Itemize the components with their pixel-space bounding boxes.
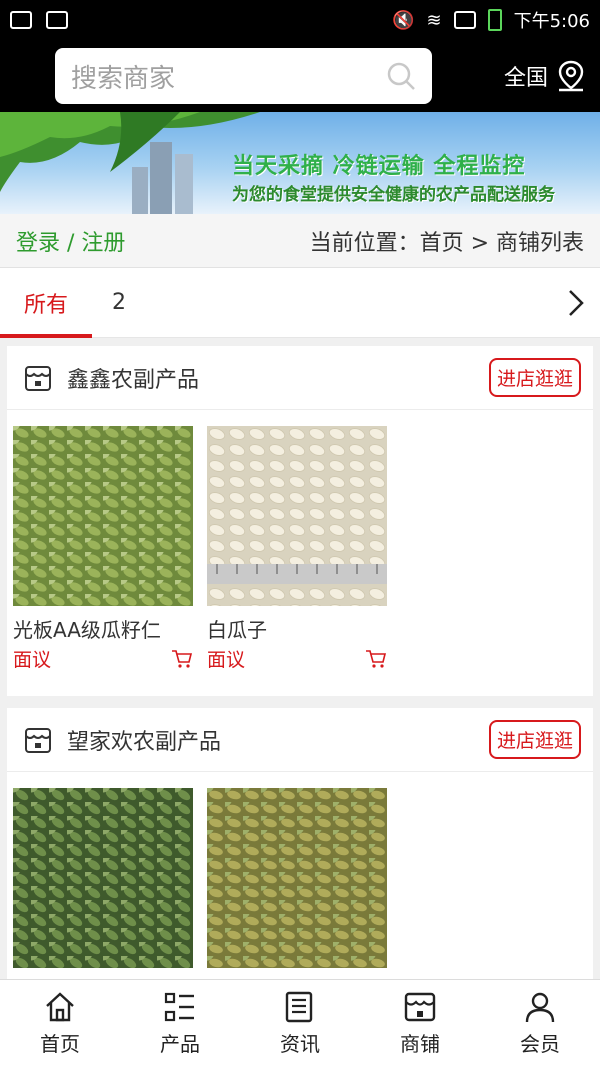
bottom-nav: 首页 产品 资讯 商铺 会员: [0, 979, 600, 1067]
nav-news[interactable]: 资讯: [240, 980, 360, 1067]
search-placeholder: 搜索商家: [71, 63, 176, 94]
product-list: [7, 772, 593, 992]
tab-all[interactable]: 所有: [0, 268, 92, 338]
region-selector[interactable]: 全国: [504, 60, 586, 92]
pumpkin-seed-image: [207, 788, 387, 968]
shop-name[interactable]: 鑫鑫农副产品: [67, 362, 199, 394]
wifi-icon: ≋: [426, 9, 442, 31]
pumpkin-seed-image: [13, 788, 193, 968]
clock: 下午5:06: [513, 11, 590, 32]
location-pin-icon: [558, 60, 584, 92]
product-name: 光板AA级瓜籽仁: [13, 618, 161, 642]
visit-shop-button[interactable]: 进店逛逛: [488, 720, 581, 759]
search-icon[interactable]: [386, 61, 416, 91]
shop-card: 鑫鑫农副产品 进店逛逛 光板AA级瓜籽仁 面议 白瓜子 面议: [7, 346, 593, 696]
tree-image: [0, 112, 260, 214]
nav-home-label: 首页: [40, 1032, 80, 1056]
product-list: 光板AA级瓜籽仁 面议 白瓜子 面议: [7, 410, 593, 696]
nav-shops-label: 商铺: [400, 1032, 440, 1056]
nav-member-label: 会员: [520, 1032, 560, 1056]
breadcrumb: 当前位置：首页 > 商铺列表: [309, 230, 584, 256]
header: 搜索商家 全国: [0, 40, 600, 112]
tab-bar: 所有 2: [0, 268, 600, 338]
nav-news-label: 资讯: [280, 1032, 320, 1056]
banner[interactable]: 当天采摘 冷链运输 全程监控 为您的食堂提供安全健康的农产品配送服务: [0, 112, 600, 214]
product-card[interactable]: 白瓜子 面议: [207, 426, 387, 672]
region-label: 全国: [503, 66, 548, 91]
shop-icon: [404, 992, 436, 1022]
breadcrumb-bar: 登录 / 注册 当前位置：首页 > 商铺列表: [0, 214, 600, 268]
nav-home[interactable]: 首页: [0, 980, 120, 1067]
store-icon: [25, 727, 51, 753]
login-register-link[interactable]: 登录 / 注册: [16, 225, 125, 257]
tab-2[interactable]: 2: [92, 268, 146, 338]
white-melon-seed-image: [207, 426, 387, 606]
product-card[interactable]: [207, 788, 387, 968]
android-icon: [46, 11, 68, 29]
home-icon: [46, 992, 74, 1022]
shop-header: 鑫鑫农副产品 进店逛逛: [7, 346, 593, 410]
news-icon: [285, 991, 313, 1023]
nav-shops[interactable]: 商铺: [360, 980, 480, 1067]
battery-icon: [487, 9, 502, 31]
cart-icon[interactable]: [365, 649, 387, 669]
shop-header: 望家欢农副产品 进店逛逛: [7, 708, 593, 772]
camera-icon: [10, 11, 32, 29]
banner-slogan-2: 为您的食堂提供安全健康的农产品配送服务: [232, 185, 555, 205]
nav-products-label: 产品: [160, 1032, 200, 1056]
signal-icon: [453, 11, 476, 29]
status-bar: 🔇 ≋ 下午5:06: [0, 0, 600, 40]
shop-card: 望家欢农副产品 进店逛逛: [7, 708, 593, 992]
cart-icon[interactable]: [171, 649, 193, 669]
product-card[interactable]: 光板AA级瓜籽仁 面议: [13, 426, 193, 672]
store-icon: [25, 365, 51, 391]
visit-shop-button[interactable]: 进店逛逛: [488, 358, 581, 397]
search-input[interactable]: 搜索商家: [55, 48, 432, 104]
pumpkin-seed-kernel-image: [13, 426, 193, 606]
product-card[interactable]: [13, 788, 193, 968]
mute-icon: 🔇: [392, 9, 415, 31]
nav-member[interactable]: 会员: [480, 980, 600, 1067]
banner-slogan-1: 当天采摘 冷链运输 全程监控: [232, 154, 526, 179]
shop-name[interactable]: 望家欢农副产品: [67, 724, 221, 756]
chevron-right-icon[interactable]: [566, 288, 586, 318]
product-name: 白瓜子: [207, 618, 267, 642]
list-icon: [164, 992, 194, 1022]
product-price: 面议: [207, 649, 246, 671]
user-icon: [525, 992, 555, 1023]
product-price: 面议: [13, 649, 52, 671]
nav-products[interactable]: 产品: [120, 980, 240, 1067]
